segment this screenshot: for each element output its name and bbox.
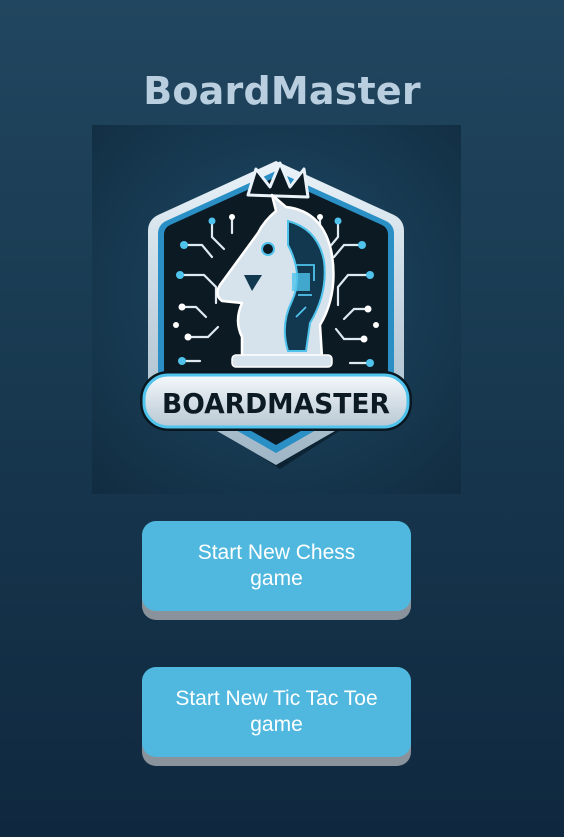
start-chess-button[interactable]: Start New Chess game <box>142 521 411 611</box>
start-tictactoe-button[interactable]: Start New Tic Tac Toe game <box>142 667 411 757</box>
knight-icon: BOARDMASTER <box>140 161 412 469</box>
logo-wordmark: BOARDMASTER <box>162 387 390 420</box>
page-title: BoardMaster <box>143 69 421 114</box>
boardmaster-logo: BOARDMASTER <box>92 125 461 494</box>
